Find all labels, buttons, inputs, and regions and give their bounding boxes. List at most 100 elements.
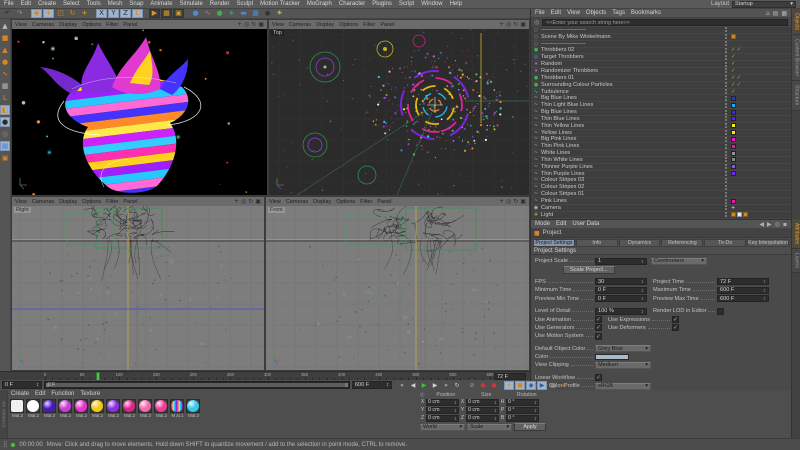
tab-project-settings[interactable]: Project Settings [533,239,575,247]
am-menu-edit[interactable]: Edit [556,221,566,227]
visibility-dots-icon[interactable] [725,116,727,121]
om-menu-view[interactable]: View [567,10,580,16]
display-color-swatch[interactable] [731,171,736,176]
material-item-2[interactable]: Mat.2 [26,399,41,418]
loop-icon[interactable]: ↻ [452,381,462,390]
pan-view-icon[interactable]: + [234,198,239,205]
move-tool-icon[interactable]: + [43,9,54,18]
play-icon[interactable]: ▶ [419,381,429,390]
coordinate-field[interactable]: 0 cm↕ [426,407,459,414]
viewport-perspective-canvas[interactable] [12,29,267,195]
rotate-view-icon[interactable]: ↻ [513,21,518,28]
visibility-dots-icon[interactable] [725,130,727,135]
dropdown-srgb[interactable]: sRGB▾ [595,383,651,390]
am-search-icon[interactable]: ◎ [775,221,780,228]
current-frame-field[interactable]: 72 F [494,373,526,380]
vp-right-menu-filter[interactable]: Filter [106,199,118,205]
om-menu-objects[interactable]: Objects [586,10,606,16]
autokeying-icon[interactable]: + [504,381,514,390]
visibility-dots-icon[interactable] [725,48,727,53]
menu-edit[interactable]: Edit [21,1,31,7]
mat-menu-create[interactable]: Create [11,391,29,397]
preview-range-slider[interactable]: 0 F [44,381,350,389]
keyframe-selection-icon[interactable]: ■ [515,381,525,390]
coordinate-field[interactable]: 0 °↕ [506,399,539,406]
viewport-front-canvas[interactable]: Front [266,206,529,370]
range-start-field[interactable]: 0 F↕ [2,381,42,389]
menu-select[interactable]: Select [63,1,80,7]
checkbox-checked[interactable]: ✓ [595,316,602,323]
om-menu-edit[interactable]: Edit [551,10,561,16]
om-home-icon[interactable]: ⌂ [766,10,770,17]
redo-icon[interactable]: ↷ [14,9,25,18]
timeline-ruler[interactable]: 72 F 05010015020025030035040045050055060… [0,371,530,380]
pan-view-icon[interactable]: + [499,21,504,28]
vp-top-menu-display[interactable]: Display [316,22,334,28]
display-color-swatch[interactable] [731,110,736,115]
vp-perspective-menu-filter[interactable]: Filter [106,22,118,28]
vp-right-menu-cameras[interactable]: Cameras [32,199,54,205]
dropdown-medium[interactable]: Medium▾ [595,362,651,369]
stepper-icon[interactable]: ↕ [641,259,644,264]
display-color-swatch[interactable] [731,116,736,121]
goto-end-icon[interactable]: » [441,381,451,390]
range-grip-right[interactable] [345,383,348,387]
visibility-dots-icon[interactable] [725,137,727,142]
value-field[interactable]: 72 F↕ [717,278,769,285]
visibility-dots-icon[interactable] [725,171,727,176]
display-color-swatch[interactable] [731,137,736,142]
value-field[interactable]: 600 F↕ [717,287,769,294]
add-camera-icon[interactable]: ◉ [262,9,273,18]
maximize-view-icon[interactable]: ▣ [520,21,526,28]
add-primitive-icon[interactable]: ● [190,9,201,18]
enabled-check-icon[interactable]: ✓ [731,68,736,74]
next-frame-icon[interactable]: ▶ [430,381,440,390]
light-tag-icon[interactable] [743,212,748,217]
value-field[interactable]: 1↕ [595,258,647,265]
enabled-check-icon[interactable]: ✓ [737,75,742,81]
visibility-dots-icon[interactable] [725,212,727,217]
material-item-12[interactable]: Mat.3 [186,399,201,418]
menu-tools[interactable]: Tools [87,1,101,7]
record-keyframe-icon[interactable]: ● [489,381,499,390]
stepper-icon[interactable]: ↕ [763,296,766,301]
tab-referencing[interactable]: Referencing [661,239,703,247]
value-field[interactable]: 0 F↕ [595,287,647,294]
add-effector-icon[interactable]: ∗ [226,9,237,18]
display-color-swatch[interactable] [731,103,736,108]
spline-pen-icon[interactable]: ∿ [0,69,10,79]
om-menu-tags[interactable]: Tags [612,10,625,16]
material-item-4[interactable]: Mat.2 [58,399,73,418]
stepper-icon[interactable]: ↕ [534,408,537,413]
panel-tab-layers[interactable]: Layers [792,249,800,273]
visibility-dots-icon[interactable] [725,96,727,101]
add-generator-icon[interactable]: ● [214,9,225,18]
pan-view-icon[interactable]: + [499,198,504,205]
array-icon[interactable]: ▦ [0,141,10,151]
display-color-swatch[interactable] [731,164,736,169]
playhead[interactable] [96,372,100,380]
visibility-dots-icon[interactable] [725,192,727,197]
menu-plugins[interactable]: Plugins [372,1,392,7]
viewport-top-canvas[interactable]: Top [269,29,529,195]
material-item-3[interactable]: Mat.3 [42,399,57,418]
stepper-icon[interactable]: ↕ [534,416,537,421]
enabled-check-icon[interactable]: ✓ [731,61,736,67]
menu-sculpt[interactable]: Sculpt [236,1,253,7]
panel-tab-structure[interactable]: Structure [792,81,800,110]
render-region-icon[interactable]: ▦ [161,9,172,18]
stepper-icon[interactable]: ↕ [641,288,644,293]
stepper-icon[interactable]: ↕ [763,288,766,293]
object-row-light[interactable]: ☀Light [531,212,791,219]
value-field[interactable]: 30↕ [595,278,647,285]
coordinate-field[interactable]: 0 °↕ [506,407,539,414]
visibility-dots-icon[interactable] [725,178,727,183]
light-tag-icon[interactable] [731,212,736,217]
stepper-icon[interactable]: ↕ [494,400,497,405]
vp-front-menu-options[interactable]: Options [336,199,355,205]
panel-tab-content-browser[interactable]: Content Browser [792,35,800,81]
visibility-dots-icon[interactable] [725,157,727,162]
add-deformer-icon[interactable]: ▬ [238,9,249,18]
stepper-icon[interactable]: ↕ [534,400,537,405]
layout-select[interactable]: Startup▾ [732,1,796,8]
